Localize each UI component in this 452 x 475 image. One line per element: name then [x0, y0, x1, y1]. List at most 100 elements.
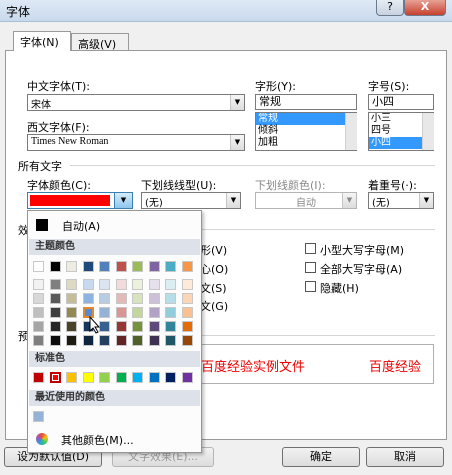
- underline-color-label: 下划线颜色(I):: [255, 179, 326, 192]
- chevron-down-icon[interactable]: ▼: [230, 135, 244, 150]
- color-swatch[interactable]: [82, 293, 94, 304]
- color-swatch[interactable]: [148, 279, 160, 290]
- color-swatch[interactable]: [82, 261, 94, 272]
- color-swatch[interactable]: [49, 261, 61, 272]
- color-swatch[interactable]: [66, 279, 77, 290]
- chevron-down-icon[interactable]: ▼: [114, 193, 132, 208]
- standard-color-row: [28, 371, 201, 385]
- color-swatch[interactable]: [181, 307, 193, 318]
- list-item[interactable]: 倾斜: [256, 125, 356, 137]
- tab-advanced[interactable]: 高级(V): [71, 33, 129, 51]
- color-swatch[interactable]: [148, 372, 160, 383]
- cn-font-select[interactable]: 宋体: [27, 94, 245, 111]
- list-item[interactable]: 加粗: [256, 137, 356, 149]
- cancel-button[interactable]: 取消: [366, 447, 444, 467]
- underline-value: (无): [145, 198, 163, 209]
- color-swatch[interactable]: [132, 261, 143, 272]
- color-swatch[interactable]: [66, 321, 77, 332]
- emphasis-value: (无): [372, 198, 390, 209]
- auto-color-item[interactable]: 自动(A): [31, 214, 198, 235]
- color-swatch[interactable]: [115, 335, 127, 346]
- color-swatch[interactable]: [33, 335, 44, 346]
- color-swatch[interactable]: [132, 307, 143, 318]
- style-input[interactable]: 常规: [255, 94, 357, 110]
- chevron-down-icon[interactable]: ▼: [226, 193, 240, 208]
- color-swatch[interactable]: [165, 261, 176, 272]
- color-swatch[interactable]: [33, 372, 44, 383]
- color-swatch[interactable]: [115, 261, 127, 272]
- color-swatch[interactable]: [66, 293, 77, 304]
- color-swatch[interactable]: [49, 279, 61, 290]
- color-swatch[interactable]: [181, 293, 193, 304]
- color-swatch[interactable]: [49, 372, 61, 383]
- chevron-down-icon[interactable]: ▼: [419, 193, 433, 208]
- color-swatch[interactable]: [99, 261, 110, 272]
- chevron-down-icon[interactable]: ▼: [230, 95, 244, 110]
- color-swatch[interactable]: [49, 321, 61, 332]
- color-swatch[interactable]: [33, 307, 44, 318]
- hidden-checkbox[interactable]: [305, 281, 316, 292]
- color-swatch[interactable]: [165, 279, 176, 290]
- color-swatch[interactable]: [132, 372, 143, 383]
- small-caps-checkbox[interactable]: [305, 243, 316, 254]
- color-swatch[interactable]: [66, 307, 77, 318]
- color-swatch[interactable]: [33, 293, 44, 304]
- color-swatch[interactable]: [66, 372, 77, 383]
- color-swatch[interactable]: [115, 372, 127, 383]
- style-scrollbar[interactable]: [345, 113, 357, 150]
- tab-font[interactable]: 字体(N): [13, 31, 71, 51]
- size-input[interactable]: 小四: [368, 94, 434, 110]
- color-swatch[interactable]: [165, 293, 176, 304]
- color-swatch[interactable]: [115, 321, 127, 332]
- color-swatch[interactable]: [165, 321, 176, 332]
- color-swatch[interactable]: [165, 307, 176, 318]
- color-swatch[interactable]: [132, 279, 143, 290]
- list-item[interactable]: 常规: [256, 113, 356, 125]
- color-swatch[interactable]: [66, 335, 77, 346]
- color-swatch[interactable]: [181, 321, 193, 332]
- color-swatch[interactable]: [115, 293, 127, 304]
- color-swatch[interactable]: [99, 372, 110, 383]
- color-swatch[interactable]: [181, 261, 193, 272]
- close-button[interactable]: X: [404, 0, 446, 16]
- divider: [200, 335, 435, 336]
- color-swatch[interactable]: [99, 279, 110, 290]
- color-swatch[interactable]: [132, 293, 143, 304]
- color-swatch[interactable]: [33, 321, 44, 332]
- color-swatch[interactable]: [181, 279, 193, 290]
- color-swatch[interactable]: [66, 261, 77, 272]
- color-swatch[interactable]: [148, 335, 160, 346]
- color-swatch[interactable]: [165, 335, 176, 346]
- color-swatch[interactable]: [181, 372, 193, 383]
- help-button[interactable]: ?: [376, 0, 404, 16]
- color-swatch[interactable]: [165, 372, 176, 383]
- color-swatch[interactable]: [49, 307, 61, 318]
- color-swatch[interactable]: [33, 261, 44, 272]
- auto-color-label: 自动(A): [62, 220, 101, 233]
- all-text-section-label: 所有文字: [18, 160, 62, 173]
- color-swatch[interactable]: [49, 293, 61, 304]
- all-caps-checkbox[interactable]: [305, 262, 316, 273]
- color-swatch[interactable]: [181, 335, 193, 346]
- color-swatch[interactable]: [148, 293, 160, 304]
- color-swatch[interactable]: [115, 307, 127, 318]
- more-colors-item[interactable]: 其他颜色(M)...: [31, 429, 198, 449]
- color-swatch[interactable]: [148, 261, 160, 272]
- color-swatch[interactable]: [33, 279, 44, 290]
- west-font-select[interactable]: Times New Roman: [27, 134, 245, 151]
- color-swatch[interactable]: [148, 307, 160, 318]
- color-swatch[interactable]: [132, 321, 143, 332]
- color-swatch[interactable]: [148, 321, 160, 332]
- style-list[interactable]: 常规 倾斜 加粗: [255, 112, 357, 151]
- auto-color-swatch: [36, 219, 48, 231]
- chevron-down-icon[interactable]: ▼: [342, 193, 356, 208]
- ok-button[interactable]: 确定: [282, 447, 360, 467]
- color-swatch[interactable]: [132, 335, 143, 346]
- color-swatch[interactable]: [82, 279, 94, 290]
- size-scrollbar[interactable]: [422, 113, 434, 150]
- color-swatch[interactable]: [115, 279, 127, 290]
- color-swatch[interactable]: [33, 411, 44, 422]
- color-swatch[interactable]: [99, 293, 110, 304]
- color-swatch[interactable]: [82, 372, 94, 383]
- color-swatch[interactable]: [49, 335, 61, 346]
